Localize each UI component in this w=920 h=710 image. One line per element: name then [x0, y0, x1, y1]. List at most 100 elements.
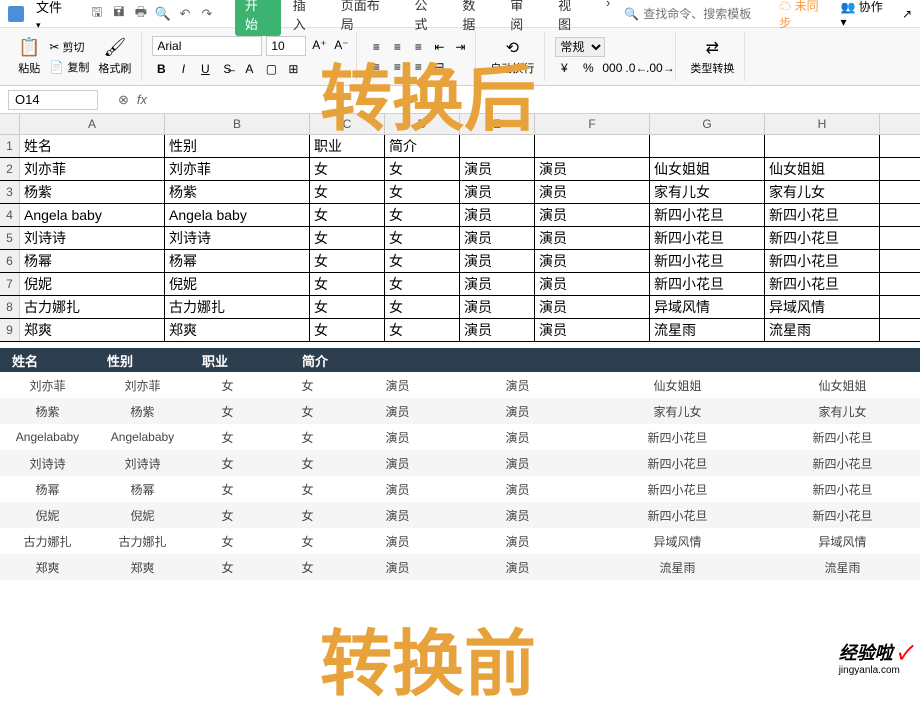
- cell[interactable]: 演员: [460, 204, 535, 226]
- col-header[interactable]: F: [535, 114, 650, 134]
- cell[interactable]: 女: [310, 227, 385, 249]
- cell[interactable]: 女: [310, 319, 385, 341]
- cell[interactable]: 演员: [535, 296, 650, 318]
- cell[interactable]: 演员: [460, 273, 535, 295]
- cell[interactable]: 演员: [535, 204, 650, 226]
- cell[interactable]: 职业: [310, 135, 385, 157]
- merge-icon[interactable]: ⊟: [430, 58, 448, 76]
- tab-more[interactable]: ›: [596, 0, 620, 36]
- align-right-icon[interactable]: ≡: [409, 58, 427, 76]
- tab-view[interactable]: 视图: [548, 0, 594, 36]
- cell[interactable]: 流星雨: [650, 319, 765, 341]
- select-all-corner[interactable]: [0, 114, 20, 134]
- increase-font-icon[interactable]: A⁺: [310, 36, 328, 54]
- cell[interactable]: 简介: [385, 135, 460, 157]
- row-header[interactable]: 1: [0, 135, 20, 157]
- row-header[interactable]: 7: [0, 273, 20, 295]
- col-header[interactable]: A: [20, 114, 165, 134]
- col-header[interactable]: D: [385, 114, 460, 134]
- cell[interactable]: 演员: [460, 158, 535, 180]
- cell[interactable]: 演员: [535, 319, 650, 341]
- cell[interactable]: 女: [310, 204, 385, 226]
- cell[interactable]: 新四小花旦: [765, 250, 880, 272]
- tab-formula[interactable]: 公式: [404, 0, 450, 36]
- type-convert-button[interactable]: ⇄ 类型转换: [686, 34, 738, 80]
- saveas-icon[interactable]: 🖬: [109, 4, 129, 24]
- cell[interactable]: 倪妮: [20, 273, 165, 295]
- cell[interactable]: 刘亦菲: [20, 158, 165, 180]
- wrap-button[interactable]: ⟲ 自动换行: [486, 34, 538, 80]
- cell[interactable]: 女: [385, 204, 460, 226]
- cell[interactable]: 杨紫: [20, 181, 165, 203]
- currency-icon[interactable]: ¥: [555, 59, 573, 77]
- redo-icon[interactable]: ↷: [197, 4, 217, 24]
- cell[interactable]: 新四小花旦: [650, 273, 765, 295]
- comma-icon[interactable]: 000: [603, 59, 621, 77]
- paste-button[interactable]: 📋 粘贴: [14, 33, 44, 80]
- cell[interactable]: Angela baby: [165, 204, 310, 226]
- undo-icon[interactable]: ↶: [175, 4, 195, 24]
- tab-review[interactable]: 审阅: [500, 0, 546, 36]
- italic-button[interactable]: I: [174, 60, 192, 78]
- save-icon[interactable]: 🖫: [87, 4, 107, 24]
- cell[interactable]: 女: [385, 319, 460, 341]
- col-header[interactable]: E: [460, 114, 535, 134]
- cell[interactable]: [650, 135, 765, 157]
- cell[interactable]: 演员: [535, 181, 650, 203]
- collab-button[interactable]: 👥 协作 ▾: [840, 0, 891, 29]
- row-header[interactable]: 8: [0, 296, 20, 318]
- percent-icon[interactable]: %: [579, 59, 597, 77]
- fill-color-button[interactable]: ▢: [262, 60, 280, 78]
- cell[interactable]: 女: [310, 273, 385, 295]
- cell[interactable]: 演员: [460, 250, 535, 272]
- cut-button[interactable]: ✂剪切: [47, 38, 91, 56]
- col-header[interactable]: C: [310, 114, 385, 134]
- print-icon[interactable]: 🖶: [131, 4, 151, 24]
- cell[interactable]: Angela baby: [20, 204, 165, 226]
- file-menu[interactable]: 文件: [28, 0, 77, 33]
- cell[interactable]: 家有儿女: [765, 181, 880, 203]
- number-format-select[interactable]: 常规: [555, 37, 605, 57]
- cell[interactable]: 女: [385, 250, 460, 272]
- cell[interactable]: 仙女姐姐: [765, 158, 880, 180]
- cell[interactable]: 流星雨: [765, 319, 880, 341]
- share-icon[interactable]: ↗: [902, 7, 912, 21]
- underline-button[interactable]: U: [196, 60, 214, 78]
- cell-reference-input[interactable]: [8, 90, 98, 110]
- cell[interactable]: 异域风情: [765, 296, 880, 318]
- cell[interactable]: 女: [385, 227, 460, 249]
- cell[interactable]: 演员: [535, 227, 650, 249]
- search-input[interactable]: [643, 7, 763, 21]
- tab-data[interactable]: 数据: [452, 0, 498, 36]
- dec-inc-icon[interactable]: .0←: [627, 59, 645, 77]
- format-painter-button[interactable]: 🖌 格式刷: [94, 33, 135, 80]
- cell[interactable]: 女: [310, 181, 385, 203]
- row-header[interactable]: 5: [0, 227, 20, 249]
- sync-status[interactable]: ☁ 未同步: [779, 0, 830, 31]
- tab-insert[interactable]: 插入: [283, 0, 329, 36]
- row-header[interactable]: 6: [0, 250, 20, 272]
- row-header[interactable]: 9: [0, 319, 20, 341]
- strikethrough-button[interactable]: S̶: [218, 60, 236, 78]
- cell[interactable]: 异域风情: [650, 296, 765, 318]
- col-header[interactable]: G: [650, 114, 765, 134]
- cell[interactable]: 演员: [460, 319, 535, 341]
- cell[interactable]: 演员: [460, 296, 535, 318]
- cell[interactable]: 家有儿女: [650, 181, 765, 203]
- tab-layout[interactable]: 页面布局: [331, 0, 403, 36]
- cell[interactable]: 杨紫: [165, 181, 310, 203]
- cell[interactable]: 杨幂: [165, 250, 310, 272]
- align-mid-icon[interactable]: ≡: [388, 38, 406, 56]
- cell[interactable]: 刘亦菲: [165, 158, 310, 180]
- dec-dec-icon[interactable]: .00→: [651, 59, 669, 77]
- cancel-icon[interactable]: ⊗: [118, 92, 129, 108]
- preview-icon[interactable]: 🔍: [153, 4, 173, 24]
- cell[interactable]: 女: [385, 181, 460, 203]
- cell[interactable]: 姓名: [20, 135, 165, 157]
- align-center-icon[interactable]: ≡: [388, 58, 406, 76]
- cell[interactable]: 女: [385, 273, 460, 295]
- row-header[interactable]: 3: [0, 181, 20, 203]
- cell[interactable]: 演员: [460, 181, 535, 203]
- tab-start[interactable]: 开始: [235, 0, 281, 36]
- cell[interactable]: 古力娜扎: [165, 296, 310, 318]
